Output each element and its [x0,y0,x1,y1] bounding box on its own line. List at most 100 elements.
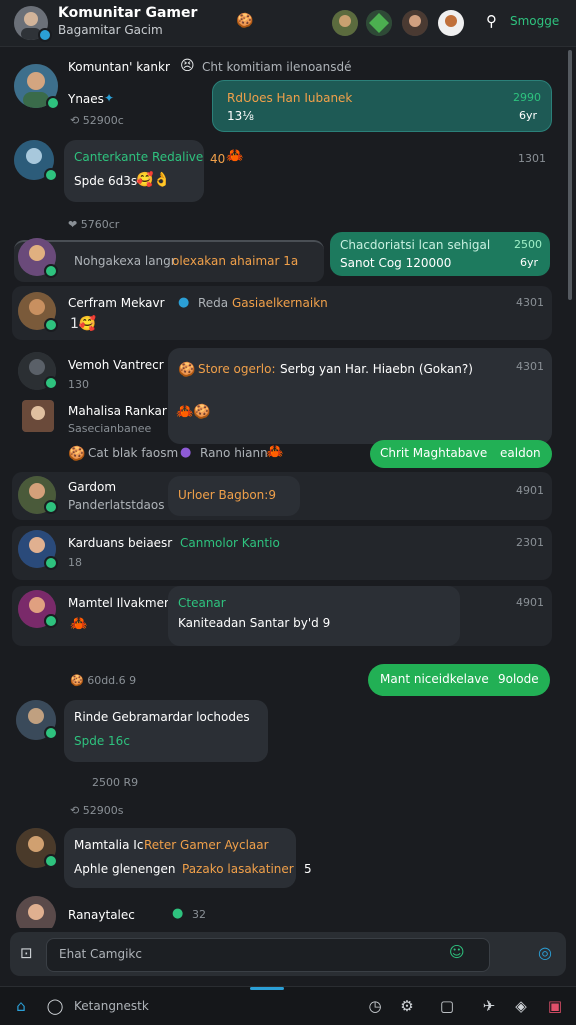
timestamp: 4301 [516,360,544,373]
message-row[interactable]: Karduans beiaesr 18 Canmolor Kantio 2301 [12,526,552,580]
count: 130 [68,378,89,391]
message-bubble[interactable]: Mamtalia Ic Reter Gamer Ayclaar Aphle gl… [64,828,296,888]
online-badge [44,376,58,390]
send-icon[interactable]: ◎ [538,943,552,962]
timestamp: 2500 R9 [92,776,139,789]
clock-icon[interactable]: ◷ [364,995,386,1017]
sender-name: Komuntan' kankr [68,60,170,74]
message-bubble[interactable]: Canterkante Redalive Spde 6d3s 🥰👌 [64,140,204,202]
gamepad-icon[interactable]: ▣ [544,995,566,1017]
bubble-text: Urloer Bagbon:9 [178,488,276,502]
message-pill[interactable]: Mant niceidkelave 9olode [368,664,550,696]
bubble-text: Aphle glenengen [74,862,176,876]
timestamp: 1301 [518,152,546,165]
search-icon[interactable]: ⚲ [486,12,497,30]
page-subtitle: Bagamitar Gacim [58,23,163,37]
bubble-title: Canterkante Redalive [74,150,204,164]
app-header: Komunitar Gamer Bagamitar Gacim 🍪 ⚲ Smog… [0,0,576,47]
online-badge [44,854,58,868]
inline-text: Gasiaelkernaikn [232,296,328,310]
member-avatar[interactable] [402,10,428,36]
bubble-meta: 2990 [513,91,541,104]
emoji-icon: 1🥰 [70,316,97,332]
plane-icon[interactable]: ✈ [478,995,500,1017]
emoji-icon[interactable]: 🍪 [236,13,253,29]
sender-name: Gardom [68,480,117,494]
member-avatar[interactable] [332,10,358,36]
message-row[interactable]: Gardom Panderlatstdaos Urloer Bagbon:9 4… [12,472,552,520]
like-count: ⟲ 52900s [70,804,124,817]
emoji-icon: 🍪 [68,446,86,462]
like-count: ❤ 5760cr [68,218,120,231]
extra-text: 40 [210,152,226,166]
message-bubble[interactable]: Urloer Bagbon:9 [168,476,300,516]
scrollbar[interactable] [568,50,572,300]
footer-text: Cat blak faosm [88,446,179,460]
message-pill[interactable]: Chrit Maghtabave ealdon [370,440,552,468]
search-button[interactable]: Smogge [510,14,559,28]
online-badge [44,264,58,278]
bubble-title: Store ogerlo: [198,362,276,376]
bubble-text: Kaniteadan Santar by'd 9 [178,616,331,630]
bubble-title: RdUoes Han Iubanek [227,91,353,105]
status-icon: ● [180,445,192,460]
nav-search-label[interactable]: Ketangnestk [74,999,149,1013]
sender-name: Cerfram Mekavr [68,296,165,310]
message-bubble[interactable]: RdUoes Han Iubanek 13⅛ 2990 6yr [212,80,552,132]
inline-text: Reda [198,296,229,310]
emoji-icon: 😣 [180,58,195,74]
emoji-icon: 🍪 [178,362,196,378]
bubble-title: Chacdoriatsi lcan sehigal [340,238,491,252]
settings-icon[interactable]: ⚙ [396,995,418,1017]
chat-icon[interactable]: ◯ [44,995,66,1017]
bubble-text: Spde 6d3s [74,174,138,188]
message-row[interactable]: Cerfram Mekavr ● Reda Gasiaelkernaikn 43… [12,286,552,340]
message-input[interactable]: Ehat Camgikc ☺ [46,938,490,972]
bottom-nav: ⌂ ◯ Ketangnestk ◷ ⚙ ▢ ✈ ◈ ▣ [0,986,576,1025]
status-icon: ● [172,906,184,921]
input-placeholder: Ehat Camgikc [59,947,142,961]
message-bubble[interactable]: 🍪 Store ogerlo: Serbg yan Har. Hiaebn (G… [168,348,552,444]
sender-name: Mahalisa Rankar [68,404,167,418]
emoji-icon: 🥰👌 [136,172,171,188]
online-badge [44,500,58,514]
chat-feed[interactable]: Komuntan' kankr 😣 Cht komitiam ilenoansd… [0,48,576,928]
sender-name: Rinde Gebramardar lochodes [74,710,250,724]
avatar[interactable] [16,896,56,928]
emoji-icon: 🍪 [70,674,88,687]
member-avatar[interactable] [366,10,392,36]
pill-text: Mant niceidkelave [380,672,489,686]
bubble-text: Spde 16c [74,734,130,748]
bag-icon[interactable]: ▢ [436,995,458,1017]
message-text: Cht komitiam ilenoansdé [202,60,352,74]
like-count: ⟲ 52900c [70,114,124,127]
emoji-picker-icon[interactable]: ☺ [449,943,465,961]
bubble-text: Pazako lasakatiner [182,862,294,876]
message-bubble[interactable]: Cteanar Kaniteadan Santar by'd 9 [168,586,460,646]
avatar[interactable] [22,400,54,432]
member-avatar[interactable] [438,10,464,36]
timestamp: 4301 [516,296,544,309]
sender-name: Mamtalia Ic [74,838,144,852]
share-icon: ⟲ [70,804,83,817]
sender-name: Mamtel Ilvakmer [68,596,169,610]
bubble-text: 13⅛ [227,109,254,123]
bubble-title: Cteanar [178,596,226,610]
message-row[interactable]: Mamtel Ilvakmer 🦀 Cteanar Kaniteadan San… [12,586,552,646]
online-badge [44,168,58,182]
pill-text: Chrit Maghtabave [380,446,488,460]
message-row[interactable]: Nohgakexa langr olexakan ahaimar 1a [14,240,324,282]
bubble-meta: 6yr [520,256,539,269]
message-bubble[interactable]: Rinde Gebramardar lochodes Spde 16c [64,700,268,762]
like-count: 🍪 60dd.6 9 [70,674,137,687]
footer-text: Rano hiann [200,446,268,460]
count: 5 [304,862,312,876]
shield-icon[interactable]: ◈ [510,995,532,1017]
sub-text: Panderlatstdaos [68,498,165,512]
attach-icon[interactable]: ⊡ [20,944,33,962]
timestamp: 4901 [516,484,544,497]
home-icon[interactable]: ⌂ [10,995,32,1017]
bubble-meta: 6yr [519,109,538,122]
message-bubble[interactable]: Chacdoriatsi lcan sehigal Sanot Cog 1200… [330,232,550,276]
online-badge [44,318,58,332]
